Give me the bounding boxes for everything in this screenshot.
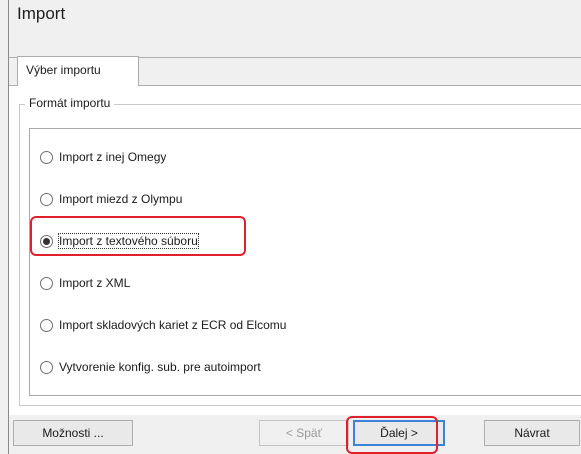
option-import-olymp[interactable]: Import miezd z Olympu — [40, 189, 182, 209]
dialog-title: Import — [17, 4, 66, 23]
option-label: Import z textového súboru — [58, 233, 199, 249]
option-import-omega[interactable]: Import z inej Omegy — [40, 147, 166, 167]
option-import-xml[interactable]: Import z XML — [40, 273, 130, 293]
import-dialog: Import Formát importu Import z inej Omeg… — [8, 0, 581, 454]
option-import-text-file[interactable]: Import z textového súboru — [40, 231, 199, 251]
option-create-autoimport-config[interactable]: Vytvorenie konfig. sub. pre autoimport — [40, 357, 261, 377]
radio-button[interactable] — [40, 276, 53, 290]
option-label: Import miezd z Olympu — [59, 192, 183, 206]
option-import-ecr-elcom[interactable]: Import skladových kariet z ECR od Elcomu — [40, 315, 286, 335]
tab-panel: Formát importu Import z inej Omegy Impor… — [9, 85, 581, 415]
option-label: Import z XML — [59, 276, 131, 290]
group-legend: Formát importu — [25, 96, 115, 110]
radio-button[interactable] — [40, 318, 53, 332]
radio-button[interactable] — [40, 150, 53, 164]
back-button[interactable]: < Späť — [259, 420, 349, 446]
radio-button-selected[interactable] — [40, 234, 53, 248]
tab-import-selection[interactable]: Výber importu — [17, 56, 139, 86]
option-label: Vytvorenie konfig. sub. pre autoimport — [59, 360, 261, 374]
next-button[interactable]: Ďalej > — [353, 420, 445, 446]
option-label: Import z inej Omegy — [59, 150, 167, 164]
options-button[interactable]: Možnosti ... — [13, 420, 133, 446]
radio-dot — [43, 237, 50, 245]
option-label: Import skladových kariet z ECR od Elcomu — [59, 318, 287, 332]
import-options-list: Import z inej Omegy Import miezd z Olymp… — [29, 128, 581, 396]
radio-button[interactable] — [40, 192, 53, 206]
radio-button[interactable] — [40, 360, 53, 374]
return-button[interactable]: Návrat — [484, 420, 580, 446]
